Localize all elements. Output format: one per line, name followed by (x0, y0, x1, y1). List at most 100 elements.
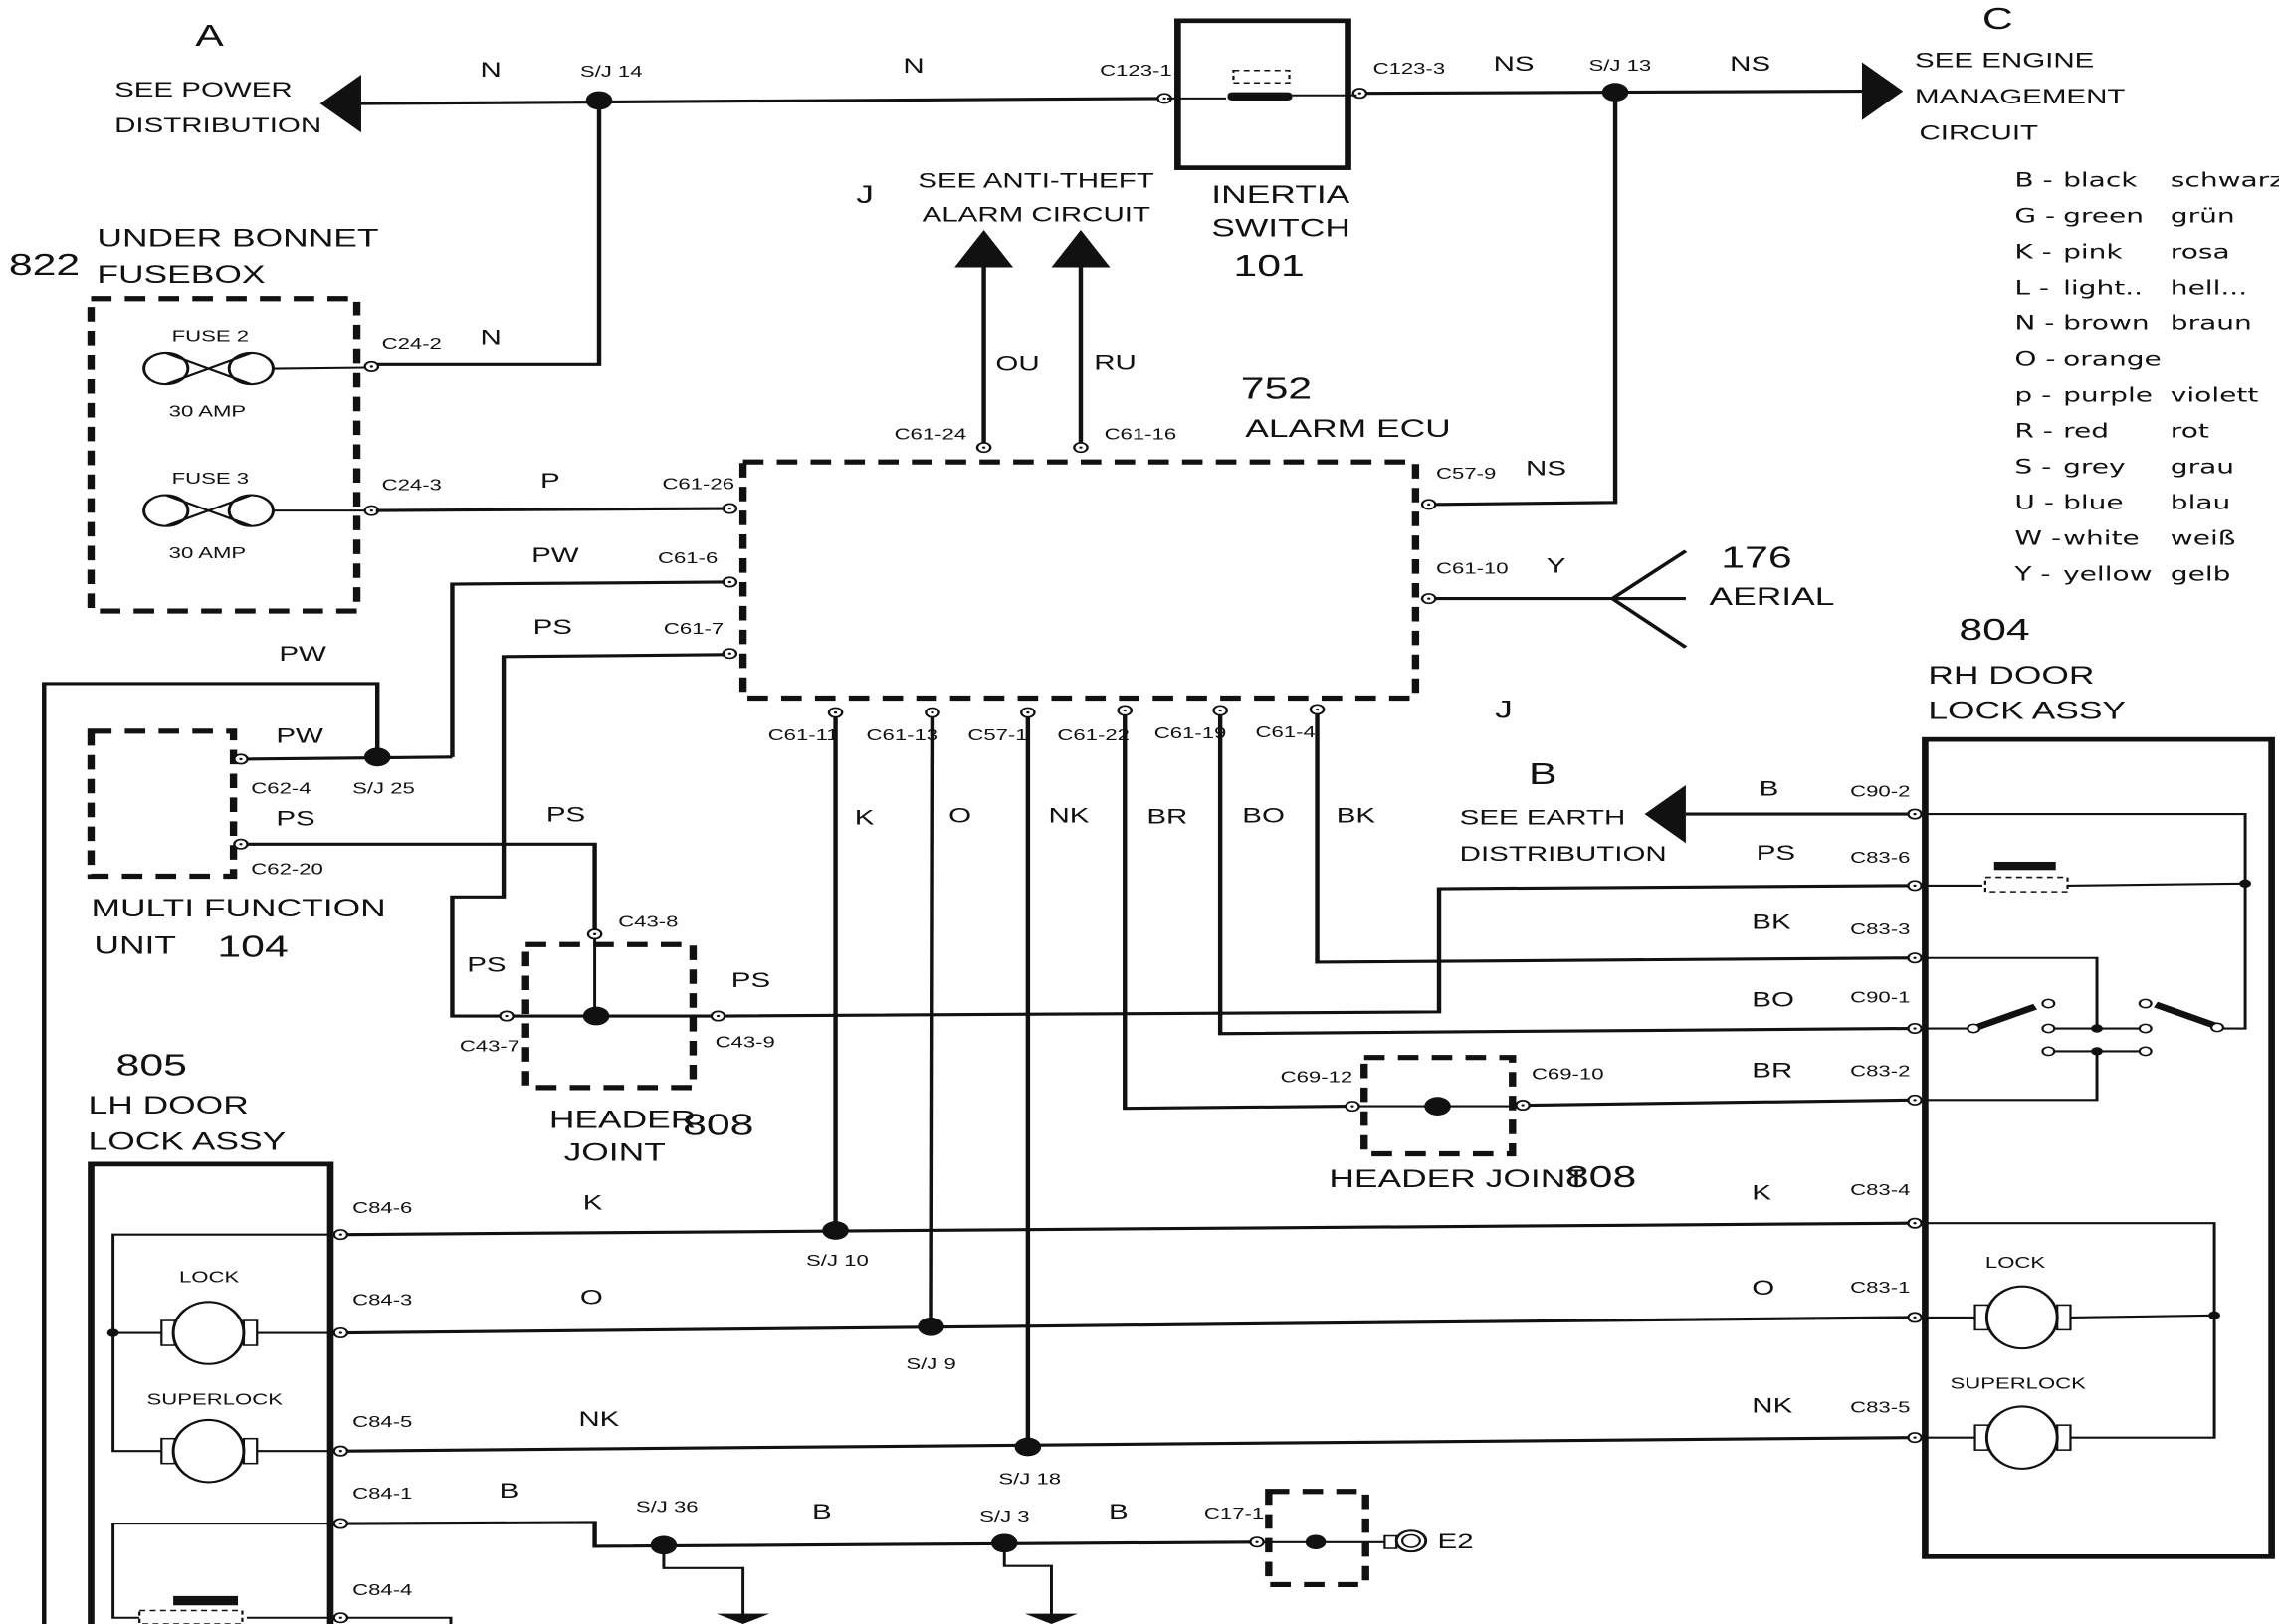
connector-label: C61-6 (658, 550, 718, 567)
legend-code-0: B - (2014, 168, 2052, 192)
fuse-2-name: FUSE 2 (172, 328, 249, 345)
arrow-power-distribution-icon[interactable] (319, 74, 361, 133)
connector-label: C61-10 (1436, 561, 1509, 578)
splice-label-sj10: S/J 10 (806, 1253, 869, 1270)
fuse-3-rating: 30 AMP (169, 545, 246, 562)
splice-label-sj3: S/J 3 (979, 1509, 1029, 1525)
legend-code-8: S - (2014, 455, 2051, 479)
rh-lock-motor-icon[interactable] (1973, 1285, 2072, 1350)
splice-sj9 (918, 1317, 944, 1336)
ecu-bottom-connectors (827, 704, 1326, 718)
connector-label: C62-20 (251, 861, 323, 878)
lh-door-label-1: LH DOOR (89, 1092, 249, 1119)
connector-label: C61-4 (1256, 724, 1317, 741)
legend-de-2: rosa (2171, 240, 2230, 264)
fuse-2[interactable] (142, 351, 367, 386)
wire-label: OU (995, 353, 1039, 376)
connector-label: C61-7 (664, 621, 724, 638)
earth-point-e2-icon[interactable] (1394, 1529, 1428, 1553)
rh-superlock-label: SUPERLOCK (1950, 1376, 2086, 1393)
inertia-label-1: INERTIA (1211, 181, 1350, 209)
fusebox-label-1: UNDER BONNET (97, 225, 378, 253)
connector-c43-8 (586, 927, 603, 940)
connector-label: C84-3 (352, 1292, 412, 1309)
legend-code-9: U - (2014, 491, 2054, 514)
wire-label: NK (1752, 1395, 1792, 1418)
connector-label: C61-24 (895, 426, 967, 443)
lh-door-connectors (332, 1228, 349, 1624)
connector-label: C43-9 (716, 1034, 775, 1051)
wire-label: B (500, 1480, 519, 1503)
header-joint-1-label-2: JOINT (564, 1139, 666, 1167)
header-joint-2-number: 808 (1565, 1159, 1636, 1193)
inertia-switch[interactable] (1167, 18, 1357, 170)
rh-lock-label: LOCK (1985, 1255, 2046, 1272)
legend-en-6: purple (2063, 383, 2153, 407)
wire-label: N (480, 327, 501, 350)
mfu-label-1: MULTI FUNCTION (91, 895, 385, 922)
arrow-earth-distribution-icon[interactable] (1644, 784, 1686, 844)
legend-de-4: braun (2171, 311, 2252, 335)
connector-label: C61-13 (867, 727, 939, 744)
connector-c69-12 (1345, 1100, 1360, 1113)
arrow-engine-management-icon[interactable] (1861, 62, 1904, 120)
connector-label: C24-2 (382, 336, 442, 353)
wiring-diagram: A SEE POWER DISTRIBUTION N S/J 14 N C123… (9, 1, 2279, 1624)
multi-function-unit-box[interactable] (87, 728, 238, 880)
legend-en-10: white (2063, 526, 2140, 550)
connector-label: C61-19 (1154, 725, 1227, 742)
wire-label: PS (1757, 842, 1795, 865)
rh-door-label-1: RH DOOR (1928, 662, 2094, 690)
wire-label: PW (276, 724, 323, 747)
arrow-antitheft-ru-icon[interactable] (1051, 230, 1111, 268)
inertia-label-2: SWITCH (1211, 214, 1350, 242)
ref-letter-a: A (195, 18, 224, 52)
legend-de-7: rot (2171, 419, 2209, 443)
inertia-number: 101 (1233, 248, 1304, 282)
ref-power-line2: DISTRIBUTION (114, 114, 321, 137)
connector-c61-24 (975, 441, 992, 454)
wire-label: PW (531, 544, 579, 567)
fusebox-label-2: FUSEBOX (97, 261, 265, 289)
legend-en-3: light.. (2063, 276, 2143, 300)
legend-code-6: p - (2014, 383, 2051, 407)
connector-c24-2 (363, 360, 380, 373)
splice-label-sj25: S/J 25 (352, 780, 415, 797)
rh-superlock-motor-icon[interactable] (1973, 1405, 2072, 1470)
ref-antitheft-line1: SEE ANTI-THEFT (918, 169, 1154, 192)
wire-label: PS (546, 803, 585, 826)
lh-lock-label: LOCK (179, 1269, 240, 1286)
lh-lock-motor-icon[interactable] (160, 1301, 259, 1365)
legend-en-4: brown (2063, 311, 2150, 335)
arrow-antitheft-ou-icon[interactable] (954, 230, 1014, 268)
connector-label: C61-22 (1057, 727, 1130, 744)
wire-label: O (580, 1286, 603, 1309)
lh-door-label-2: LOCK ASSY (89, 1127, 287, 1155)
earth-e2-label: E2 (1438, 1530, 1474, 1553)
wire-label: N (480, 59, 501, 82)
connector-label: C83-5 (1850, 1400, 1910, 1417)
wire-label: RU (1094, 352, 1137, 375)
connector-label: C84-6 (352, 1200, 412, 1217)
legend-en-1: green (2063, 204, 2144, 228)
legend-code-4: N - (2014, 311, 2054, 335)
connector-label: C84-1 (352, 1486, 412, 1503)
mfu-label-2: UNIT (94, 932, 176, 960)
connector-label: C43-8 (618, 914, 678, 930)
legend-code-7: R - (2014, 419, 2052, 443)
wire-label: O (1752, 1277, 1774, 1300)
ecu-name: ALARM ECU (1245, 415, 1450, 443)
connector-label: C62-4 (251, 780, 311, 797)
wire-label: BO (1752, 989, 1794, 1012)
connector-c43-9 (710, 1010, 726, 1022)
lh-superlock-motor-icon[interactable] (160, 1418, 259, 1484)
fuse-3[interactable] (142, 494, 367, 527)
wire-label: K (1752, 1181, 1771, 1204)
wire-label: PS (731, 969, 770, 992)
ecu-number: 752 (1241, 371, 1312, 405)
wire-label: NS (1526, 458, 1566, 481)
header-joint-2-label: HEADER JOINT (1329, 1165, 1587, 1193)
wire-label: NS (1494, 53, 1535, 76)
alarm-ecu-box[interactable] (738, 459, 1420, 702)
connector-c61-26 (722, 503, 738, 514)
